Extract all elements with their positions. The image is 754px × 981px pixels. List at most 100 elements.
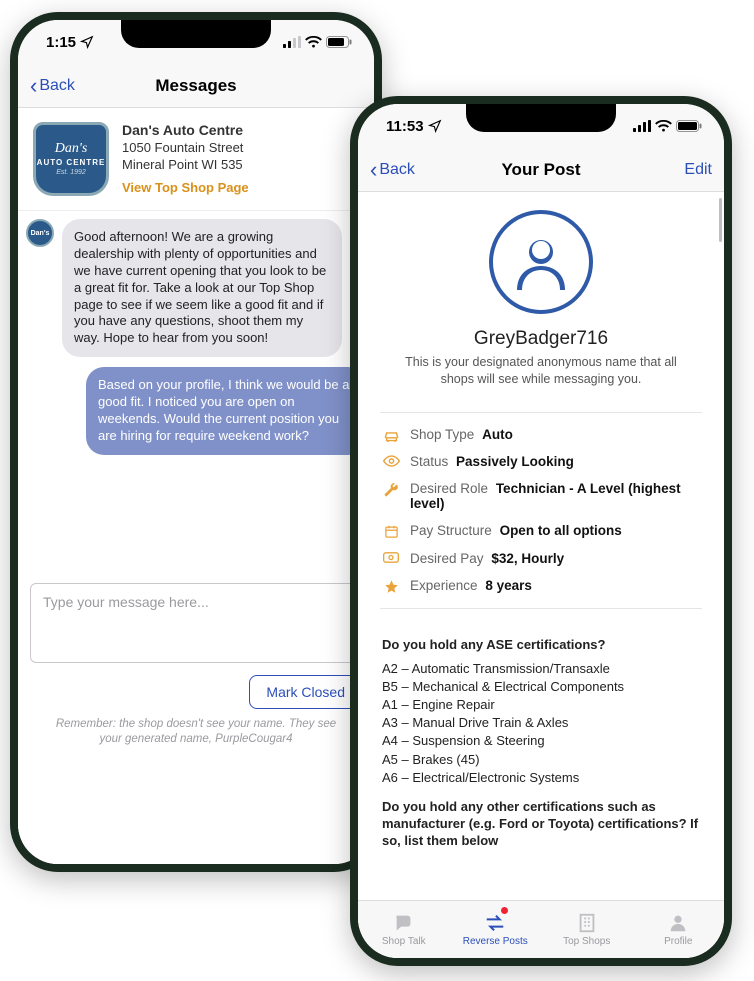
shop-logo[interactable]: Dan's AUTO CENTRE Est. 1992	[32, 120, 110, 198]
location-icon	[428, 119, 442, 133]
shop-type-value: Auto	[482, 427, 513, 442]
pay-structure-label: Pay Structure	[410, 523, 492, 538]
chat-icon	[393, 912, 415, 934]
nav-bar: ‹ Back Messages	[18, 64, 374, 108]
back-button[interactable]: ‹ Back	[30, 75, 75, 97]
outgoing-message-row: Based on your profile, I think we would …	[26, 367, 366, 455]
answer-ase-4: A4 – Suspension & Steering	[382, 732, 700, 750]
username-subtitle: This is your designated anonymous name t…	[378, 354, 704, 388]
tab-label: Top Shops	[563, 936, 610, 947]
notch	[466, 104, 616, 132]
building-icon	[576, 912, 598, 934]
car-icon	[382, 427, 400, 442]
avatar	[489, 210, 593, 314]
answer-ase-6: A6 – Electrical/Electronic Systems	[382, 769, 700, 787]
back-label: Back	[39, 77, 75, 95]
notch	[121, 20, 271, 48]
status-time: 1:15	[46, 34, 76, 51]
status-value: Passively Looking	[456, 454, 574, 469]
shop-avatar-small: Dan's	[26, 219, 54, 247]
wrench-icon	[382, 481, 400, 498]
tab-shop-talk[interactable]: Shop Talk	[358, 901, 450, 958]
answer-ase-5: A5 – Brakes (45)	[382, 751, 700, 769]
calendar-icon	[382, 523, 400, 539]
pay-structure-value: Open to all options	[500, 523, 622, 538]
wifi-icon	[655, 120, 672, 132]
experience-value: 8 years	[485, 578, 532, 593]
pay-label: Desired Pay	[410, 551, 484, 566]
person-icon	[509, 230, 573, 294]
divider	[380, 608, 702, 609]
mark-closed-button[interactable]: Mark Closed	[249, 675, 362, 709]
experience-label: Experience	[410, 578, 478, 593]
money-icon	[382, 551, 400, 563]
status-time: 11:53	[386, 118, 424, 135]
incoming-message-row: Dan's Good afternoon! We are a growing d…	[26, 219, 366, 357]
wifi-icon	[305, 36, 322, 48]
row-desired-role: Desired Role Technician - A Level (highe…	[382, 481, 700, 511]
notification-dot	[500, 906, 509, 915]
row-status: Status Passively Looking	[382, 454, 700, 469]
answer-ase-3: A3 – Manual Drive Train & Axles	[382, 714, 700, 732]
reverse-icon	[484, 912, 506, 934]
row-desired-pay: Desired Pay $32, Hourly	[382, 551, 700, 566]
tab-label: Profile	[664, 936, 692, 947]
answer-ase-2: A1 – Engine Repair	[382, 696, 700, 714]
shop-header: Dan's AUTO CENTRE Est. 1992 Dan's Auto C…	[18, 108, 374, 211]
answer-ase-0: A2 – Automatic Transmission/Transaxle	[382, 660, 700, 678]
eye-icon	[382, 454, 400, 467]
phone-messages: 1:15 ‹ Back Messages Dan's AU	[10, 12, 382, 872]
scroll-indicator	[719, 198, 722, 242]
page-title: Your Post	[501, 160, 580, 180]
logo-line3: Est. 1992	[56, 169, 86, 176]
question-ase: Do you hold any ASE certifications?	[382, 637, 700, 654]
content: Dan's AUTO CENTRE Est. 1992 Dan's Auto C…	[18, 108, 374, 864]
divider	[380, 412, 702, 413]
back-button[interactable]: ‹ Back	[370, 159, 415, 181]
logo-line1: Dan's	[55, 142, 88, 156]
phone-your-post: 11:53 ‹ Back Your Post Edit Gr	[350, 96, 732, 966]
cellular-icon	[283, 36, 301, 48]
status-label: Status	[410, 454, 448, 469]
shop-name: Dan's Auto Centre	[122, 122, 249, 138]
cellular-icon	[633, 120, 651, 132]
battery-icon	[326, 36, 352, 48]
detail-list: Shop Type Auto Status Passively Looking …	[358, 427, 724, 594]
tab-bar: Shop Talk Reverse Posts Top Shops Profil…	[358, 900, 724, 958]
location-icon	[80, 35, 94, 49]
star-icon	[382, 578, 400, 594]
page-title: Messages	[155, 76, 236, 96]
message-list: Dan's Good afternoon! We are a growing d…	[18, 211, 374, 475]
incoming-bubble: Good afternoon! We are a growing dealers…	[62, 219, 342, 357]
edit-button[interactable]: Edit	[684, 161, 712, 179]
question-other-certs: Do you hold any other certifications suc…	[382, 799, 700, 850]
tab-label: Shop Talk	[382, 936, 426, 947]
tab-profile[interactable]: Profile	[633, 901, 725, 958]
logo-line2: AUTO CENTRE	[37, 158, 106, 167]
compose-area: Type your message here... Mark Closed Re…	[18, 575, 374, 760]
row-experience: Experience 8 years	[382, 578, 700, 594]
certifications-section: Do you hold any ASE certifications? A2 –…	[358, 623, 724, 872]
back-label: Back	[379, 161, 415, 179]
outgoing-bubble: Based on your profile, I think we would …	[86, 367, 366, 455]
content[interactable]: GreyBadger716 This is your designated an…	[358, 192, 724, 900]
chevron-left-icon: ‹	[30, 75, 37, 97]
nav-bar: ‹ Back Your Post Edit	[358, 148, 724, 192]
shop-address-1: 1050 Fountain Street	[122, 140, 249, 155]
tab-label: Reverse Posts	[463, 936, 528, 947]
answer-ase-1: B5 – Mechanical & Electrical Components	[382, 678, 700, 696]
username: GreyBadger716	[474, 328, 608, 350]
profile-header: GreyBadger716 This is your designated an…	[358, 192, 724, 398]
tab-top-shops[interactable]: Top Shops	[541, 901, 633, 958]
shop-address-2: Mineral Point WI 535	[122, 157, 249, 172]
role-label: Desired Role	[410, 481, 488, 496]
row-shop-type: Shop Type Auto	[382, 427, 700, 442]
message-input[interactable]: Type your message here...	[30, 583, 362, 663]
chevron-left-icon: ‹	[370, 159, 377, 181]
shop-type-label: Shop Type	[410, 427, 474, 442]
person-icon	[667, 912, 689, 934]
battery-icon	[676, 120, 702, 132]
pay-value: $32, Hourly	[491, 551, 564, 566]
view-top-shop-link[interactable]: View Top Shop Page	[122, 180, 249, 195]
tab-reverse-posts[interactable]: Reverse Posts	[450, 901, 542, 958]
